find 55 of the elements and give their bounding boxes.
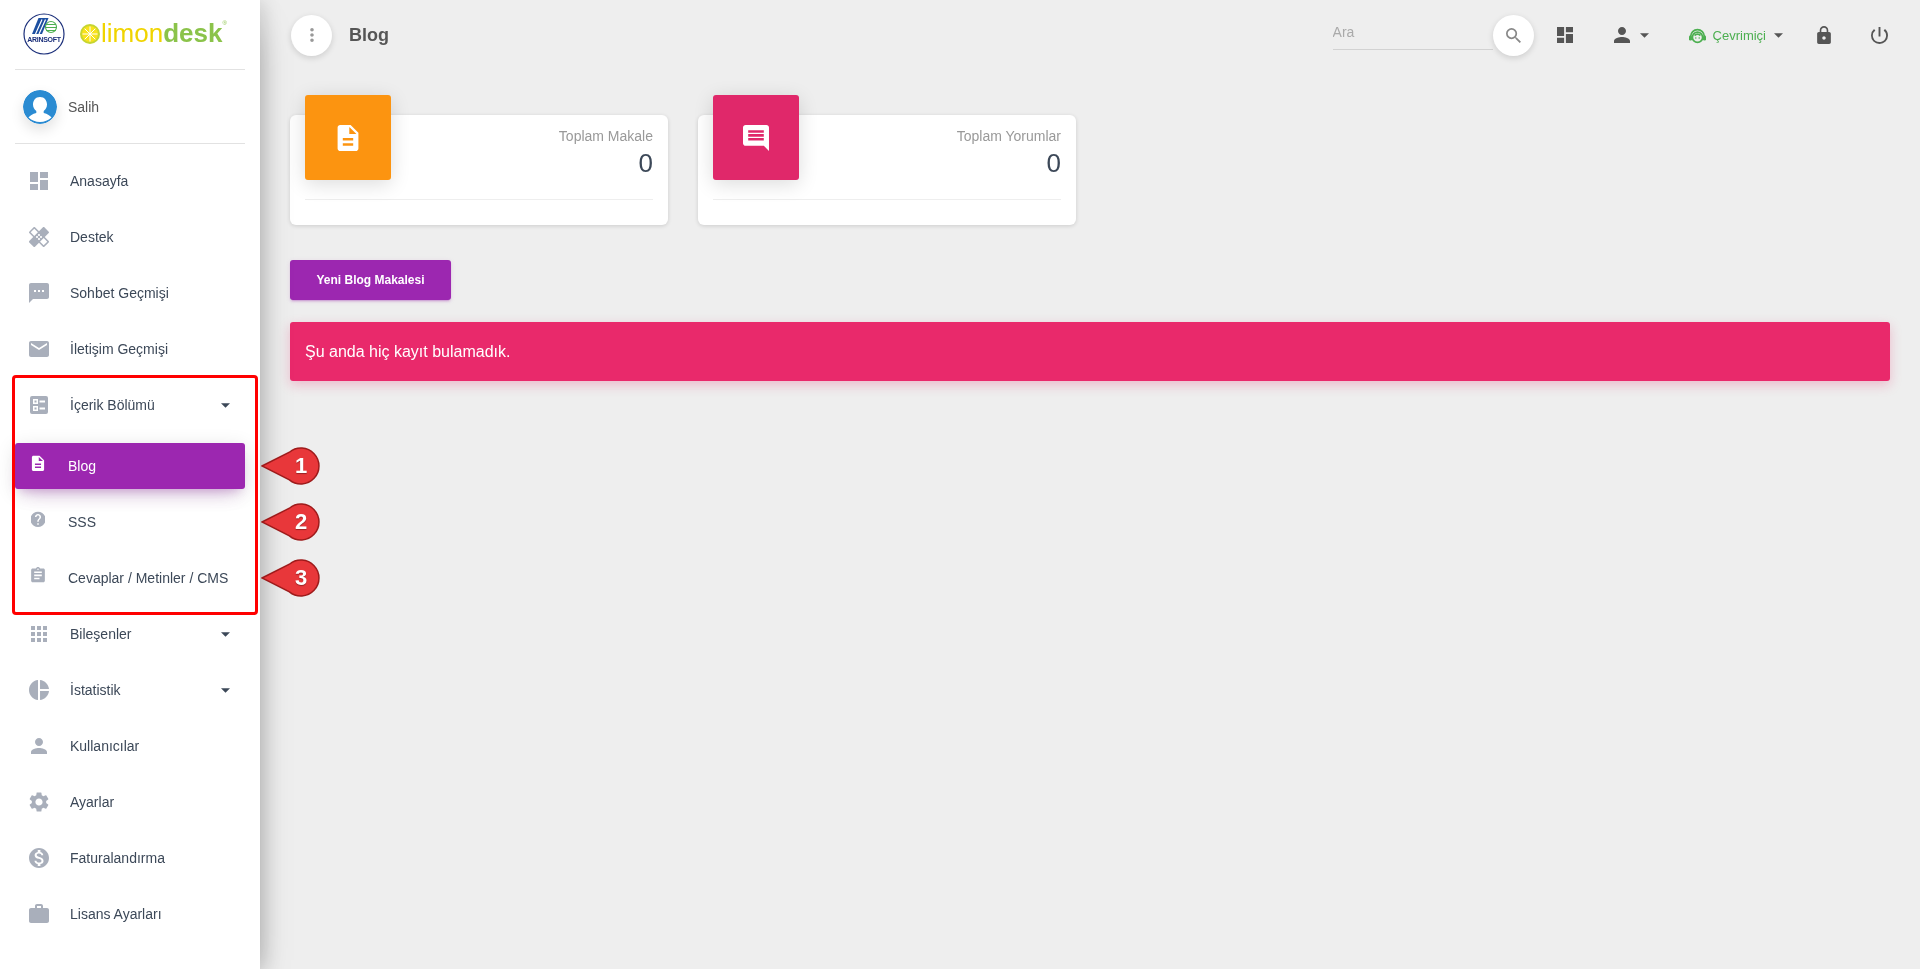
product-logo-text: limondesk$^{®}$ bbox=[101, 17, 227, 48]
user-name: Salih bbox=[68, 98, 100, 115]
document-icon bbox=[31, 455, 45, 471]
power-icon[interactable] bbox=[1871, 26, 1888, 44]
search-button[interactable] bbox=[1492, 14, 1534, 56]
user-menu-button[interactable] bbox=[1613, 27, 1649, 43]
empty-alert: Şu anda hiç kayıt bulamadık. bbox=[290, 322, 1890, 381]
lemon-icon bbox=[80, 23, 100, 44]
submenu-item[interactable]: Cevaplar / Metinler / CMS bbox=[15, 555, 245, 601]
bandage-icon bbox=[29, 227, 49, 247]
stat-label: Toplam Yorumlar bbox=[956, 127, 1061, 146]
page-title: Blog bbox=[349, 24, 389, 46]
dollar-icon bbox=[29, 848, 49, 868]
stat-value: 0 bbox=[638, 147, 653, 180]
sidebar-item[interactable]: Kullanıcılar bbox=[15, 723, 245, 769]
sidebar-item[interactable]: Anasayfa bbox=[15, 158, 245, 204]
grid-icon bbox=[29, 624, 49, 644]
headset-icon bbox=[1687, 26, 1707, 44]
chat-icon bbox=[29, 283, 49, 303]
callout-marker: 1 bbox=[261, 446, 321, 486]
list-icon bbox=[29, 395, 49, 415]
briefcase-icon bbox=[29, 904, 49, 924]
sidebar-item[interactable]: Sohbet Geçmişi bbox=[15, 270, 245, 316]
search-icon bbox=[1505, 27, 1521, 43]
more-vertical-icon bbox=[309, 28, 314, 42]
callout-marker: 2 bbox=[261, 502, 321, 542]
sidebar-item[interactable]: İstatistik bbox=[15, 667, 245, 713]
sidebar-item[interactable]: Faturalandırma bbox=[15, 835, 245, 881]
submenu-item[interactable]: Blog bbox=[15, 443, 245, 489]
search-field[interactable]: Ara bbox=[1332, 20, 1493, 50]
clipboard-icon bbox=[31, 567, 45, 583]
stat-value: 0 bbox=[1046, 147, 1061, 180]
sidebar-item[interactable]: Destek bbox=[15, 214, 245, 260]
dashboard-icon bbox=[29, 171, 49, 191]
sidebar-item[interactable]: Bileşenler bbox=[15, 611, 245, 657]
person-icon bbox=[29, 736, 49, 756]
submenu-item[interactable]: SSS bbox=[15, 499, 245, 545]
emblem-icon bbox=[23, 12, 65, 55]
pie-chart-icon bbox=[29, 680, 49, 700]
settings-icon bbox=[29, 792, 49, 812]
person-icon bbox=[1613, 27, 1630, 43]
help-icon bbox=[31, 511, 45, 527]
avatar-icon[interactable] bbox=[23, 89, 57, 124]
sidebar-item[interactable]: İçerik Bölümü bbox=[15, 382, 245, 428]
sidebar-item[interactable]: Lisans Ayarları bbox=[15, 891, 245, 937]
sidebar-item[interactable]: Ayarlar bbox=[15, 779, 245, 825]
mail-icon bbox=[29, 339, 49, 359]
caret-icon bbox=[1639, 32, 1649, 38]
dashboard-icon[interactable] bbox=[1556, 27, 1573, 43]
new-post-button[interactable]: Yeni Blog Makalesi bbox=[290, 260, 451, 300]
sidebar-item[interactable]: İletişim Geçmişi bbox=[15, 326, 245, 372]
caret-icon bbox=[1774, 32, 1783, 38]
lock-icon[interactable] bbox=[1817, 26, 1831, 44]
stat-label: Toplam Makale bbox=[558, 127, 653, 146]
callout-marker: 3 bbox=[261, 558, 321, 598]
